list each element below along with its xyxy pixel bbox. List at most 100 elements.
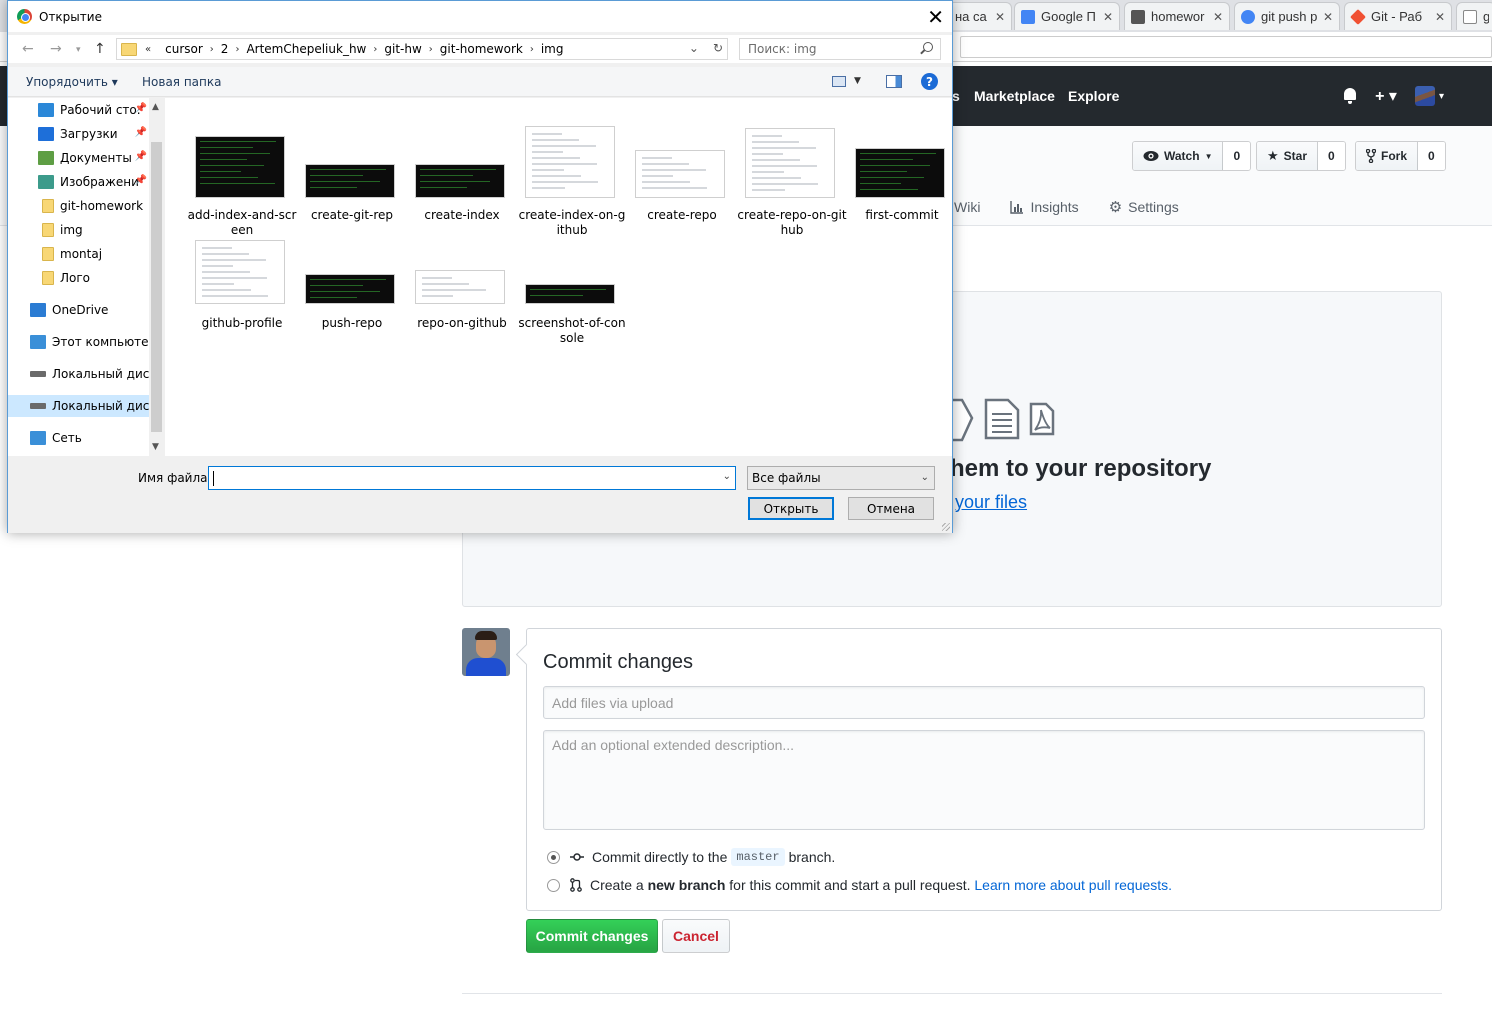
thumbnail-line <box>422 295 453 297</box>
sidebar-item[interactable]: img <box>8 219 149 241</box>
chevron-right-icon[interactable]: › <box>373 44 377 55</box>
commit-summary-input[interactable] <box>543 686 1425 719</box>
dialog-titlebar[interactable]: Открытие ✕ <box>8 1 952 32</box>
new-branch-radio[interactable] <box>547 878 560 892</box>
scroll-up-arrow-icon[interactable]: ▲ <box>152 102 159 112</box>
chevron-right-icon[interactable]: › <box>210 44 214 55</box>
sidebar-item[interactable]: OneDrive <box>8 299 149 321</box>
onedrive-icon <box>30 303 46 317</box>
create-new-plus-icon[interactable]: + ▾ <box>1375 86 1397 106</box>
sidebar-item[interactable]: montaj <box>8 243 149 265</box>
chevron-right-icon[interactable]: › <box>235 44 239 55</box>
fork-button[interactable]: Fork <box>1356 142 1419 170</box>
breadcrumb[interactable]: « cursor › 2 › ArtemChepeliuk_hw › git-h… <box>116 38 728 60</box>
watch-button[interactable]: Watch ▼ <box>1133 142 1224 170</box>
nav-item-partial[interactable]: s <box>952 66 960 126</box>
chevron-right-icon[interactable]: › <box>429 44 433 55</box>
breadcrumb-item[interactable]: cursor <box>165 42 203 56</box>
folder-icon <box>121 42 137 56</box>
forward-arrow-icon[interactable]: → <box>50 41 62 57</box>
browser-tab[interactable]: Google П ✕ <box>1014 2 1120 30</box>
breadcrumb-item[interactable]: img <box>541 42 564 56</box>
nav-marketplace[interactable]: Marketplace <box>974 66 1055 126</box>
sidebar-item[interactable]: Изображени 📌 <box>8 171 149 193</box>
sidebar-item[interactable]: Загрузки 📌 <box>8 123 149 145</box>
tab-settings[interactable]: ⚙ Settings <box>1109 198 1179 216</box>
star-button[interactable]: ★ Star <box>1257 142 1318 170</box>
user-menu[interactable]: ▾ <box>1414 86 1444 106</box>
address-bar[interactable] <box>960 36 1492 58</box>
breadcrumb-item[interactable]: 2 <box>221 42 229 56</box>
browser-tab[interactable]: git push р ✕ <box>1234 2 1340 30</box>
choose-files-link[interactable]: your files <box>955 492 1027 513</box>
notifications-bell-icon[interactable] <box>1343 88 1357 104</box>
view-options-icon[interactable] <box>832 76 846 87</box>
filename-input[interactable]: ⌄ <box>208 466 736 490</box>
tab-close-icon[interactable]: ✕ <box>1323 10 1333 24</box>
star-count[interactable]: 0 <box>1318 142 1345 170</box>
new-branch-option[interactable]: Create a new branch for this commit and … <box>547 877 1172 893</box>
commit-direct-option[interactable]: Commit directly to the master branch. <box>547 848 835 866</box>
browser-tab[interactable]: на са ✕ <box>948 2 1012 30</box>
breadcrumb-item[interactable]: ArtemChepeliuk_hw <box>246 42 366 56</box>
watch-count[interactable]: 0 <box>1223 142 1251 170</box>
breadcrumb-overflow[interactable]: « <box>145 44 151 55</box>
sidebar-item[interactable]: Сеть <box>8 427 149 449</box>
tab-close-icon[interactable]: ✕ <box>995 10 1005 24</box>
sidebar-item[interactable]: Документы 📌 <box>8 147 149 169</box>
tab-insights[interactable]: Insights <box>1010 198 1079 216</box>
scroll-down-arrow-icon[interactable]: ▼ <box>152 442 159 452</box>
chevron-down-icon[interactable]: ⌄ <box>689 41 699 55</box>
tab-close-icon[interactable]: ✕ <box>1213 10 1223 24</box>
tab-wiki[interactable]: Wiki <box>954 198 980 216</box>
sidebar-item[interactable]: Локальный диск <box>8 363 149 385</box>
nav-explore[interactable]: Explore <box>1068 66 1119 126</box>
cancel-button[interactable]: Cancel <box>662 919 730 953</box>
thumbnail-line <box>310 169 386 170</box>
file-name: add-index-and-screen <box>187 208 297 237</box>
browser-tab[interactable]: homewor ✕ <box>1124 2 1230 30</box>
help-icon[interactable]: ? <box>921 73 938 90</box>
sidebar-item[interactable]: Рабочий сто. 📌 <box>8 99 149 121</box>
navigation-scrollbar[interactable]: ▲ ▼ <box>149 98 164 456</box>
sidebar-item[interactable]: Локальный диск <box>8 395 149 417</box>
sidebar-item[interactable]: Этот компьютер <box>8 331 149 353</box>
thumbnail-line <box>420 181 490 182</box>
tab-close-icon[interactable]: ✕ <box>1435 10 1445 24</box>
organize-button[interactable]: Упорядочить ▾ <box>26 75 118 89</box>
dialog-cancel-button[interactable]: Отмена <box>848 497 934 520</box>
new-folder-button[interactable]: Новая папка <box>142 75 221 89</box>
chevron-right-icon[interactable]: › <box>530 44 534 55</box>
chevron-down-icon[interactable]: ⌄ <box>723 471 731 482</box>
open-button[interactable]: Открыть <box>748 497 834 520</box>
back-arrow-icon[interactable]: ← <box>22 41 34 57</box>
breadcrumb-item[interactable]: git-homework <box>440 42 523 56</box>
watch-button-group[interactable]: Watch ▼ 0 <box>1132 141 1252 171</box>
refresh-icon[interactable]: ↻ <box>713 41 723 55</box>
preview-pane-icon[interactable] <box>886 75 902 88</box>
chevron-down-icon[interactable]: ▼ <box>854 76 861 86</box>
fork-count[interactable]: 0 <box>1418 142 1445 170</box>
resize-grip-icon[interactable] <box>942 523 950 531</box>
sidebar-item[interactable]: Лого <box>8 267 149 289</box>
commit-direct-radio[interactable] <box>547 850 560 864</box>
thumbnail-line <box>642 175 673 177</box>
fork-button-group[interactable]: Fork 0 <box>1355 141 1446 171</box>
file-name: create-git-rep <box>310 208 394 222</box>
tab-close-icon[interactable]: ✕ <box>1103 10 1113 24</box>
close-icon[interactable]: ✕ <box>927 5 944 29</box>
search-input[interactable]: Поиск: img <box>739 38 941 60</box>
sidebar-item[interactable]: git-homework <box>8 195 149 217</box>
learn-more-link[interactable]: Learn more about pull requests. <box>974 877 1172 893</box>
commit-changes-button[interactable]: Commit changes <box>526 919 658 953</box>
scrollbar-thumb[interactable] <box>151 142 162 432</box>
recent-dropdown-icon[interactable]: ▾ <box>76 45 81 55</box>
filetype-select[interactable]: Все файлы ⌄ <box>747 466 935 490</box>
breadcrumb-item[interactable]: git-hw <box>384 42 421 56</box>
browser-tab[interactable]: Git - Раб ✕ <box>1344 2 1452 30</box>
star-button-group[interactable]: ★ Star 0 <box>1256 141 1346 171</box>
commit-description-textarea[interactable] <box>543 730 1425 830</box>
browser-tab[interactable]: g <box>1456 2 1492 30</box>
up-arrow-icon[interactable]: ↑ <box>94 41 106 57</box>
folder-icon <box>42 247 54 261</box>
